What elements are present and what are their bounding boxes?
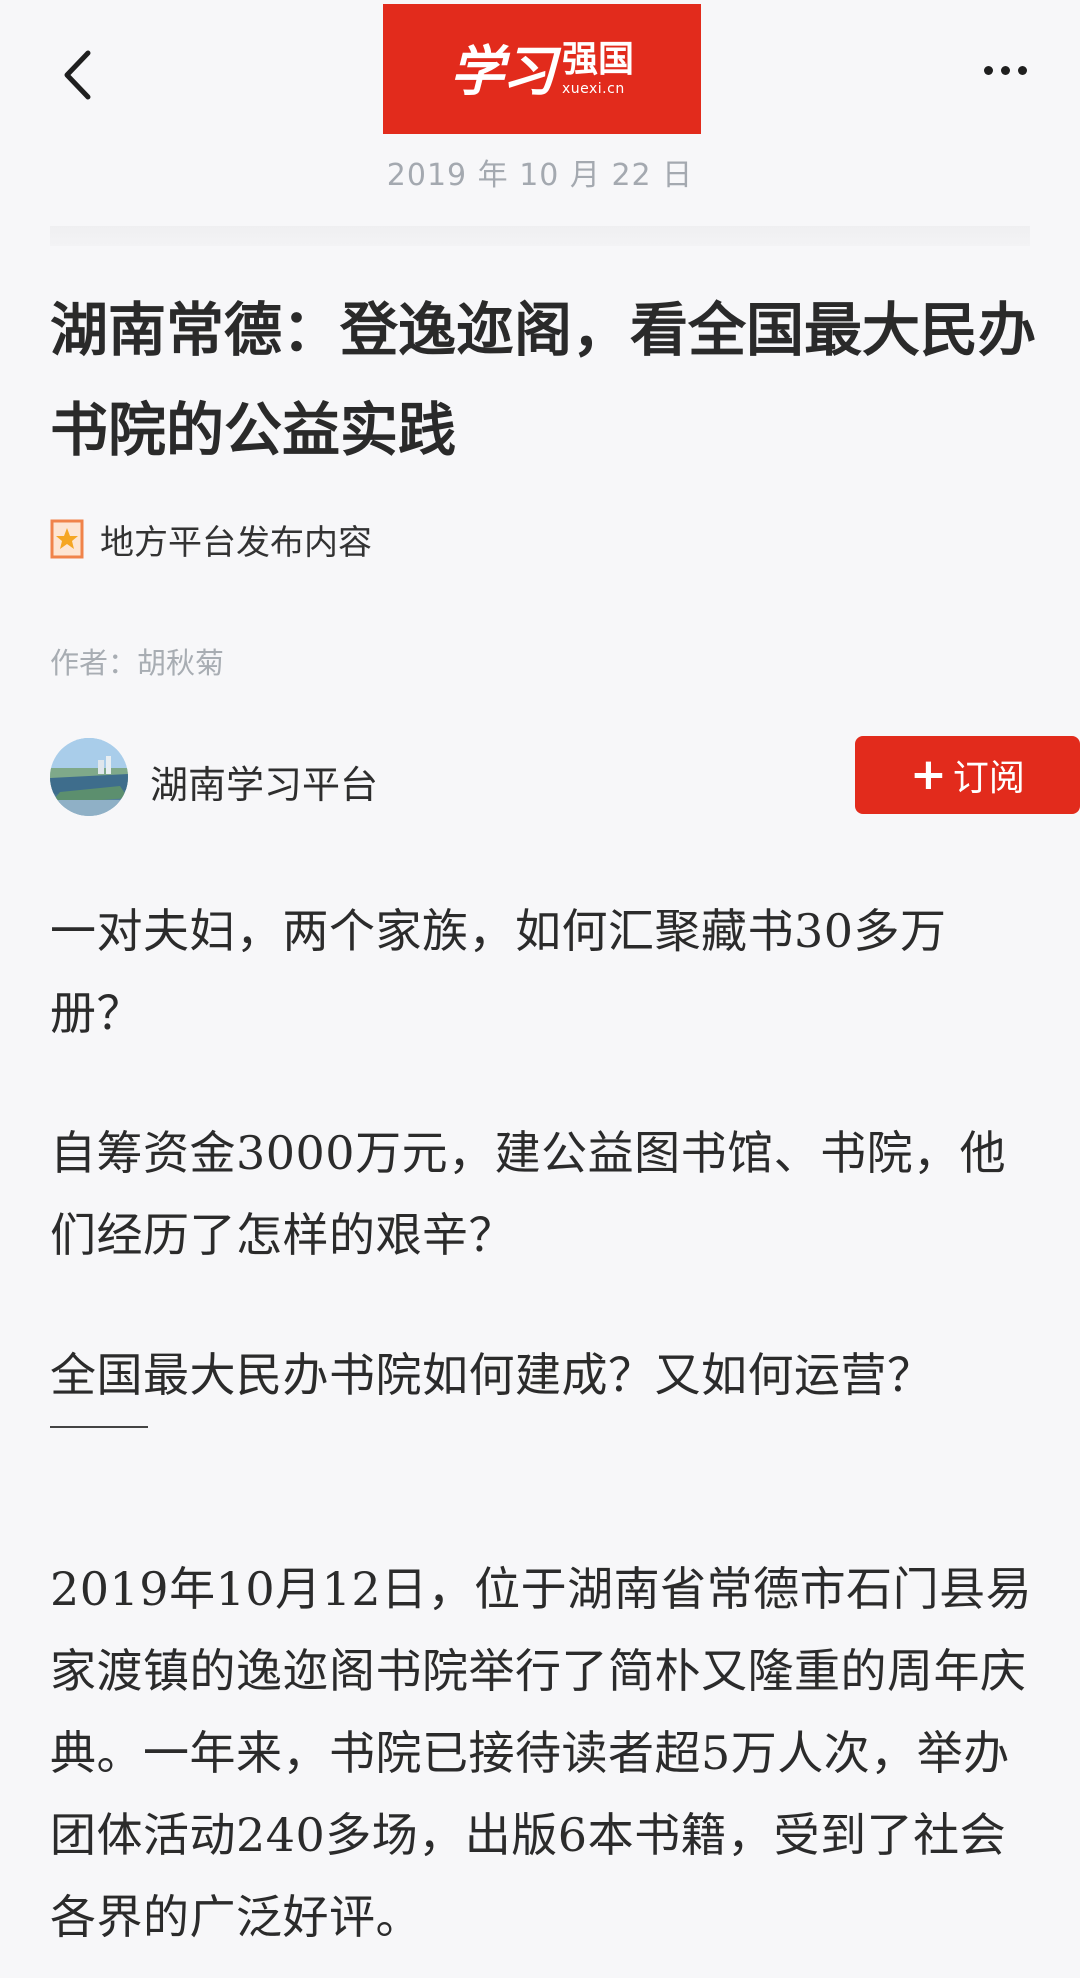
section-rule (50, 1426, 148, 1428)
channel-avatar[interactable] (50, 738, 128, 816)
more-dot (983, 65, 993, 75)
author-line: 作者：胡秋菊 (50, 646, 225, 680)
logo-url-text: xuexi.cn (561, 81, 625, 97)
channel-row: 湖南学习平台 + 订阅 (50, 736, 1080, 820)
publish-date: 2019 年 10 月 22 日 (386, 158, 694, 193)
paragraph: 自筹资金3000万元，建公益图书馆、书院，他们经历了怎样的艰辛？ (50, 1126, 1007, 1262)
plus-icon: + (910, 749, 947, 800)
article-title: 湖南常德：登逸迩阁，看全国最大民办书院的公益实践 (50, 296, 1037, 464)
more-dot (1017, 65, 1027, 75)
paragraph: 全国最大民办书院如何建成？又如何运营？ (50, 1348, 934, 1402)
back-button[interactable] (52, 40, 102, 110)
source-label: 地方平台发布内容 (100, 522, 372, 563)
top-bar: 学习 强国 xuexi.cn (0, 0, 1080, 140)
paragraph: 一对夫妇，两个家族，如何汇聚藏书30多万册？ (50, 904, 947, 1040)
more-options-button[interactable] (970, 50, 1040, 90)
channel-name[interactable]: 湖南学习平台 (150, 754, 378, 809)
source-badge: 地方平台发布内容 (50, 512, 372, 566)
subscribe-button[interactable]: + 订阅 (855, 736, 1080, 814)
logo-brand-text: 强国 (561, 39, 634, 80)
avatar-image (50, 738, 128, 816)
header-divider (50, 226, 1030, 246)
article-body: 一对夫妇，两个家族，如何汇聚藏书30多万册？ 自筹资金3000万元，建公益图书馆… (50, 890, 1035, 1958)
subscribe-label: 订阅 (952, 758, 1025, 799)
xuexi-logo: 学习 强国 xuexi.cn (383, 4, 701, 134)
paragraph: 2019年10月12日，位于湖南省常德市石门县易家渡镇的逸迩阁书院举行了简朴又隆… (50, 1562, 1033, 1944)
more-dot (1000, 65, 1010, 75)
bookmark-star-icon (50, 519, 84, 559)
logo-main-text: 学习 (449, 38, 556, 103)
chevron-left-icon (64, 50, 91, 100)
